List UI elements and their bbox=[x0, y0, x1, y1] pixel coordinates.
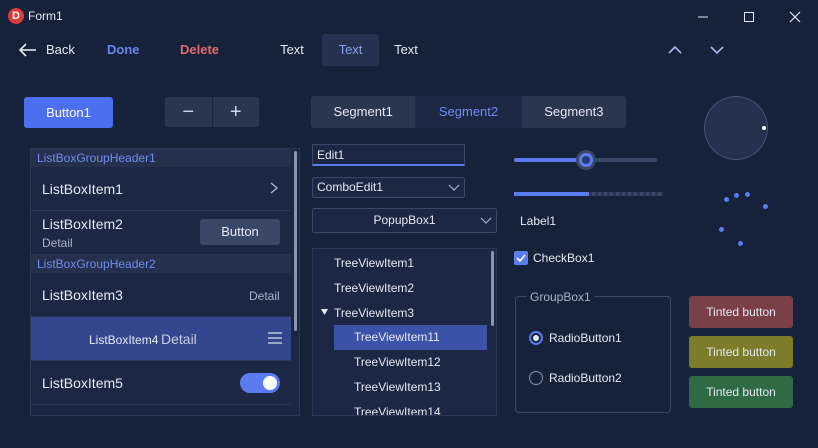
list-item-1[interactable]: ListBoxItem1 bbox=[31, 167, 291, 211]
expand-triangle-icon[interactable] bbox=[321, 308, 329, 316]
segment-3[interactable]: Segment3 bbox=[521, 96, 626, 128]
listbox-scrollbar[interactable] bbox=[294, 151, 297, 331]
list-item-4[interactable]: ListBoxItem4 Detail bbox=[31, 317, 291, 361]
progress-fill bbox=[514, 192, 589, 196]
spinner-dot bbox=[734, 193, 739, 198]
list-item-detail: Detail bbox=[249, 289, 280, 303]
label1: Label1 bbox=[520, 214, 557, 228]
combo-edit-value: ComboEdit1 bbox=[317, 180, 384, 194]
delete-button[interactable]: Delete bbox=[180, 42, 219, 57]
dial-knob[interactable] bbox=[704, 96, 768, 160]
minimize-button[interactable] bbox=[680, 0, 726, 34]
tree-item[interactable]: TreeViewItem13 bbox=[354, 375, 441, 400]
dial-indicator bbox=[762, 126, 766, 130]
listbox: ListBoxGroupHeader1 ListBoxItem1 ListBox… bbox=[30, 148, 300, 416]
chevron-down-icon[interactable] bbox=[448, 184, 460, 192]
spinner-dot bbox=[763, 204, 768, 209]
list-item-detail: Detail bbox=[42, 236, 73, 250]
done-button[interactable]: Done bbox=[107, 42, 140, 57]
stepper: − + bbox=[165, 97, 259, 127]
close-icon bbox=[789, 11, 801, 23]
tree-item[interactable]: TreeViewItem2 bbox=[334, 276, 414, 301]
checkbox[interactable] bbox=[514, 251, 528, 265]
popup-box-value: PopupBox1 bbox=[373, 213, 436, 227]
radio-button-2-label[interactable]: RadioButton2 bbox=[549, 371, 622, 385]
tinted-button-red[interactable]: Tinted button bbox=[689, 296, 793, 328]
listbox-group-header-2: ListBoxGroupHeader2 bbox=[31, 255, 291, 273]
stepper-plus-button[interactable]: + bbox=[213, 97, 260, 127]
toolbar-segment-3[interactable]: Text bbox=[384, 34, 428, 66]
maximize-button[interactable] bbox=[726, 0, 772, 34]
list-item-5[interactable]: ListBoxItem5 bbox=[31, 361, 291, 405]
toolbar-segment-2[interactable]: Text bbox=[322, 34, 379, 66]
slider-thumb[interactable] bbox=[575, 150, 596, 170]
tree-item[interactable]: TreeViewItem1 bbox=[334, 251, 414, 276]
toolbar-segment-1[interactable]: Text bbox=[268, 34, 316, 66]
spinner-dot bbox=[724, 197, 729, 202]
tree-item[interactable]: TreeViewItem14 bbox=[354, 400, 441, 415]
list-item-3[interactable]: ListBoxItem3 Detail bbox=[31, 273, 291, 317]
tree-scrollbar[interactable] bbox=[491, 251, 494, 326]
segment-1[interactable]: Segment1 bbox=[311, 96, 417, 128]
slider-fill bbox=[514, 158, 586, 162]
listbox-group-header-1: ListBoxGroupHeader1 bbox=[31, 149, 291, 167]
toggle-switch[interactable] bbox=[240, 373, 280, 393]
chevron-up-icon[interactable] bbox=[667, 43, 683, 57]
radio-button-2[interactable] bbox=[529, 371, 543, 385]
list-item-title: ListBoxItem1 bbox=[42, 181, 123, 197]
tree-item[interactable]: TreeViewItem3 bbox=[334, 301, 414, 326]
menu-icon[interactable] bbox=[268, 332, 282, 344]
app-icon: D bbox=[8, 8, 24, 24]
tree-view: TreeViewItem1 TreeViewItem2 TreeViewItem… bbox=[312, 248, 497, 416]
tree-item-selected[interactable]: TreeViewItem11 bbox=[334, 325, 487, 350]
tree-item[interactable]: TreeViewItem12 bbox=[354, 350, 441, 375]
radio-button-1-label[interactable]: RadioButton1 bbox=[549, 331, 622, 345]
segmented-control: Segment1 Segment2 Segment3 bbox=[311, 96, 626, 128]
button1[interactable]: Button1 bbox=[24, 97, 113, 128]
spinner-dot bbox=[738, 241, 743, 246]
list-item-title: ListBoxItem2 bbox=[42, 216, 123, 232]
radio-button-1[interactable] bbox=[529, 331, 543, 345]
chevron-down-icon[interactable] bbox=[709, 43, 725, 57]
list-item-title: ListBoxItem3 bbox=[42, 287, 123, 303]
tinted-button-yellow[interactable]: Tinted button bbox=[689, 336, 793, 368]
stepper-minus-button[interactable]: − bbox=[165, 97, 212, 127]
back-arrow-icon[interactable] bbox=[18, 42, 38, 58]
combo-edit[interactable]: ComboEdit1 bbox=[312, 177, 465, 198]
close-button[interactable] bbox=[772, 0, 818, 34]
edit-field[interactable]: Edit1 bbox=[312, 144, 465, 166]
list-item-2[interactable]: ListBoxItem2 Detail Button bbox=[31, 211, 291, 255]
list-item-detail: Detail bbox=[161, 331, 197, 347]
maximize-icon bbox=[744, 12, 754, 22]
minimize-icon bbox=[698, 16, 708, 18]
spinner-dot bbox=[745, 192, 750, 197]
segment-2[interactable]: Segment2 bbox=[416, 96, 522, 128]
group-box-title: GroupBox1 bbox=[527, 290, 594, 304]
spinner-dot bbox=[719, 227, 724, 232]
list-item-button[interactable]: Button bbox=[200, 219, 280, 245]
chevron-right-icon bbox=[270, 182, 279, 194]
popup-box[interactable]: PopupBox1 bbox=[312, 208, 497, 233]
group-box bbox=[515, 296, 671, 413]
window-title: Form1 bbox=[28, 9, 63, 23]
checkbox-label[interactable]: CheckBox1 bbox=[533, 251, 594, 265]
tinted-button-green[interactable]: Tinted button bbox=[689, 376, 793, 408]
checkmark-icon bbox=[516, 254, 526, 263]
chevron-down-icon bbox=[480, 217, 492, 224]
list-item-title: ListBoxItem5 bbox=[42, 375, 123, 391]
list-item-title: ListBoxItem4 bbox=[89, 333, 159, 347]
back-button[interactable]: Back bbox=[46, 42, 75, 57]
